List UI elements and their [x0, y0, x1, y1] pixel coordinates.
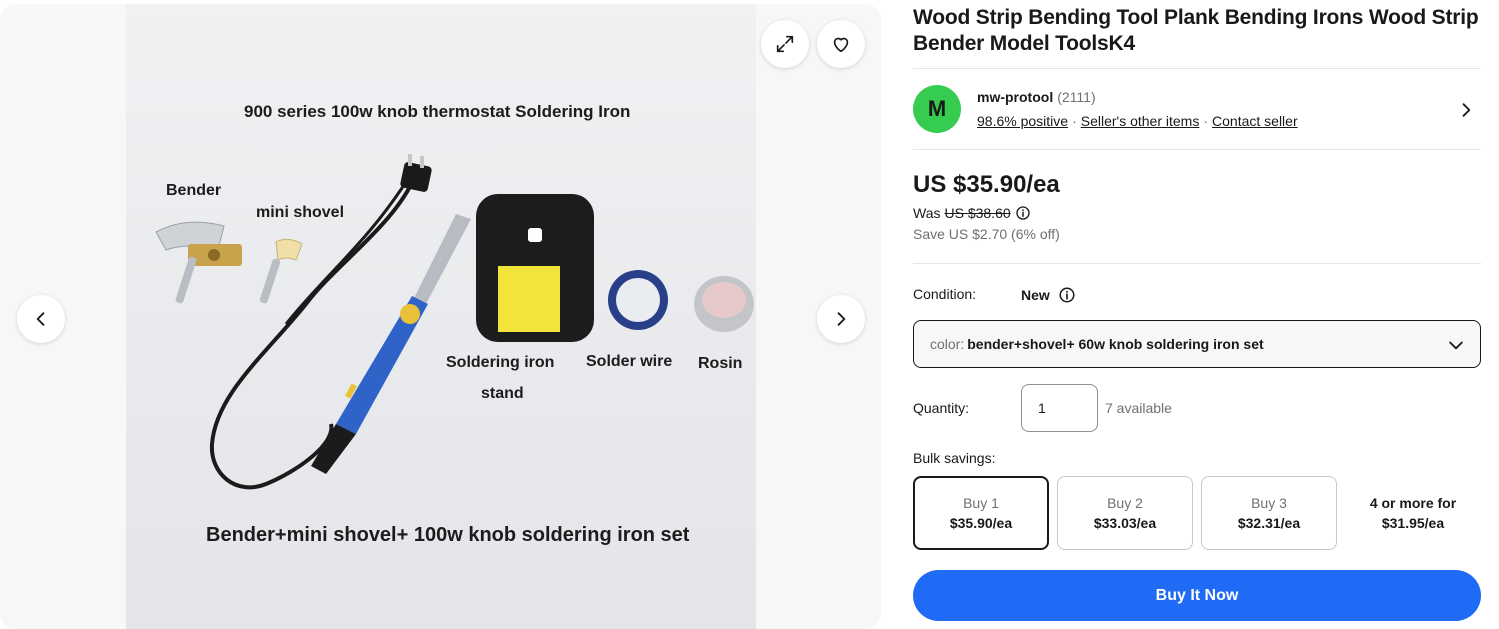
seller-other-items-link[interactable]: Seller's other items [1081, 113, 1200, 129]
photo-label-stand-line2: stand [481, 385, 524, 402]
seller-name-row: mw-protool (2111) [977, 89, 1096, 105]
bulk-tier-buy-3[interactable]: Buy 3 $32.31/ea [1201, 476, 1337, 550]
next-image-button[interactable] [817, 295, 865, 343]
expand-button[interactable] [761, 20, 809, 68]
bulk-tier-buy-2[interactable]: Buy 2 $33.03/ea [1057, 476, 1193, 550]
photo-label-stand-line1: Soldering iron [446, 354, 555, 371]
seller-links: 98.6% positive · Seller's other items · Cont… [977, 113, 1298, 129]
divider [913, 149, 1481, 150]
bulk-tier-name: Buy 1 [963, 495, 999, 511]
bulk-tier-name: Buy 3 [1251, 495, 1287, 511]
image-gallery: 900 series 100w knob thermostat Solderin… [0, 4, 881, 629]
savings-text: Save US $2.70 (6% off) [913, 226, 1060, 242]
bulk-tier-name: Buy 2 [1107, 495, 1143, 511]
bulk-tier-price: $33.03/ea [1093, 515, 1157, 531]
separator-dot: · [1203, 113, 1209, 129]
color-select[interactable]: color: bender+shovel+ 60w knob soldering… [913, 320, 1481, 368]
chevron-left-icon [36, 312, 45, 326]
bulk-tier-price: $31.95/ea [1381, 515, 1445, 531]
item-price: US $35.90/ea [913, 171, 1060, 198]
was-label: Was [913, 205, 941, 221]
divider [913, 263, 1481, 264]
quantity-available: 7 available [1105, 400, 1172, 416]
was-price: US $38.60 [944, 205, 1011, 221]
photo-label-rosin: Rosin [698, 355, 743, 372]
chevron-right-icon [837, 312, 846, 326]
contact-seller-link[interactable]: Contact seller [1212, 113, 1298, 129]
chevron-down-icon [1449, 341, 1463, 350]
quantity-label: Quantity: [913, 400, 970, 416]
seller-chevron-right-icon[interactable] [1456, 100, 1476, 120]
seller-name[interactable]: mw-protool [977, 89, 1053, 105]
bulk-tier-price: $32.31/ea [1237, 515, 1301, 531]
separator-dot: · [1072, 113, 1077, 129]
photo-caption: Bender+mini shovel+ 100w knob soldering … [206, 524, 690, 546]
divider [913, 68, 1481, 69]
bulk-tier-price: $35.90/ea [949, 515, 1013, 531]
previous-image-button[interactable] [17, 295, 65, 343]
quantity-input[interactable] [1021, 384, 1098, 432]
photo-headline: 900 series 100w knob thermostat Solderin… [244, 102, 631, 121]
listing-title: Wood Strip Bending Tool Plank Bending Ir… [913, 6, 1479, 55]
condition-value: New [1021, 287, 1050, 303]
info-icon[interactable] [1015, 205, 1031, 221]
seller-positive-link[interactable]: 98.6% positive [977, 113, 1068, 129]
photo-label-bender: Bender [166, 182, 222, 199]
condition-value-row: New [1021, 286, 1076, 304]
seller-avatar[interactable]: M [913, 85, 961, 133]
favorite-button[interactable] [817, 20, 865, 68]
product-photo[interactable]: 900 series 100w knob thermostat Solderin… [126, 4, 756, 629]
was-price-row: Was US $38.60 [913, 205, 1031, 221]
seller-feedback-count: (2111) [1057, 89, 1096, 105]
expand-icon [776, 35, 794, 53]
bulk-tier-4-or-more[interactable]: 4 or more for $31.95/ea [1345, 476, 1481, 550]
bulk-tier-buy-1[interactable]: Buy 1 $35.90/ea [913, 476, 1049, 550]
color-select-value: bender+shovel+ 60w knob soldering iron s… [967, 336, 1264, 352]
photo-label-solder-wire: Solder wire [586, 353, 673, 370]
buy-it-now-button[interactable]: Buy It Now [913, 570, 1481, 621]
bulk-tier-name: 4 or more for [1369, 495, 1457, 511]
bulk-savings-label: Bulk savings: [913, 450, 996, 466]
info-icon[interactable] [1058, 286, 1076, 304]
heart-icon [833, 37, 849, 53]
condition-label: Condition: [913, 286, 977, 302]
photo-label-mini-shovel: mini shovel [256, 204, 345, 221]
color-select-label: color: [930, 336, 965, 352]
